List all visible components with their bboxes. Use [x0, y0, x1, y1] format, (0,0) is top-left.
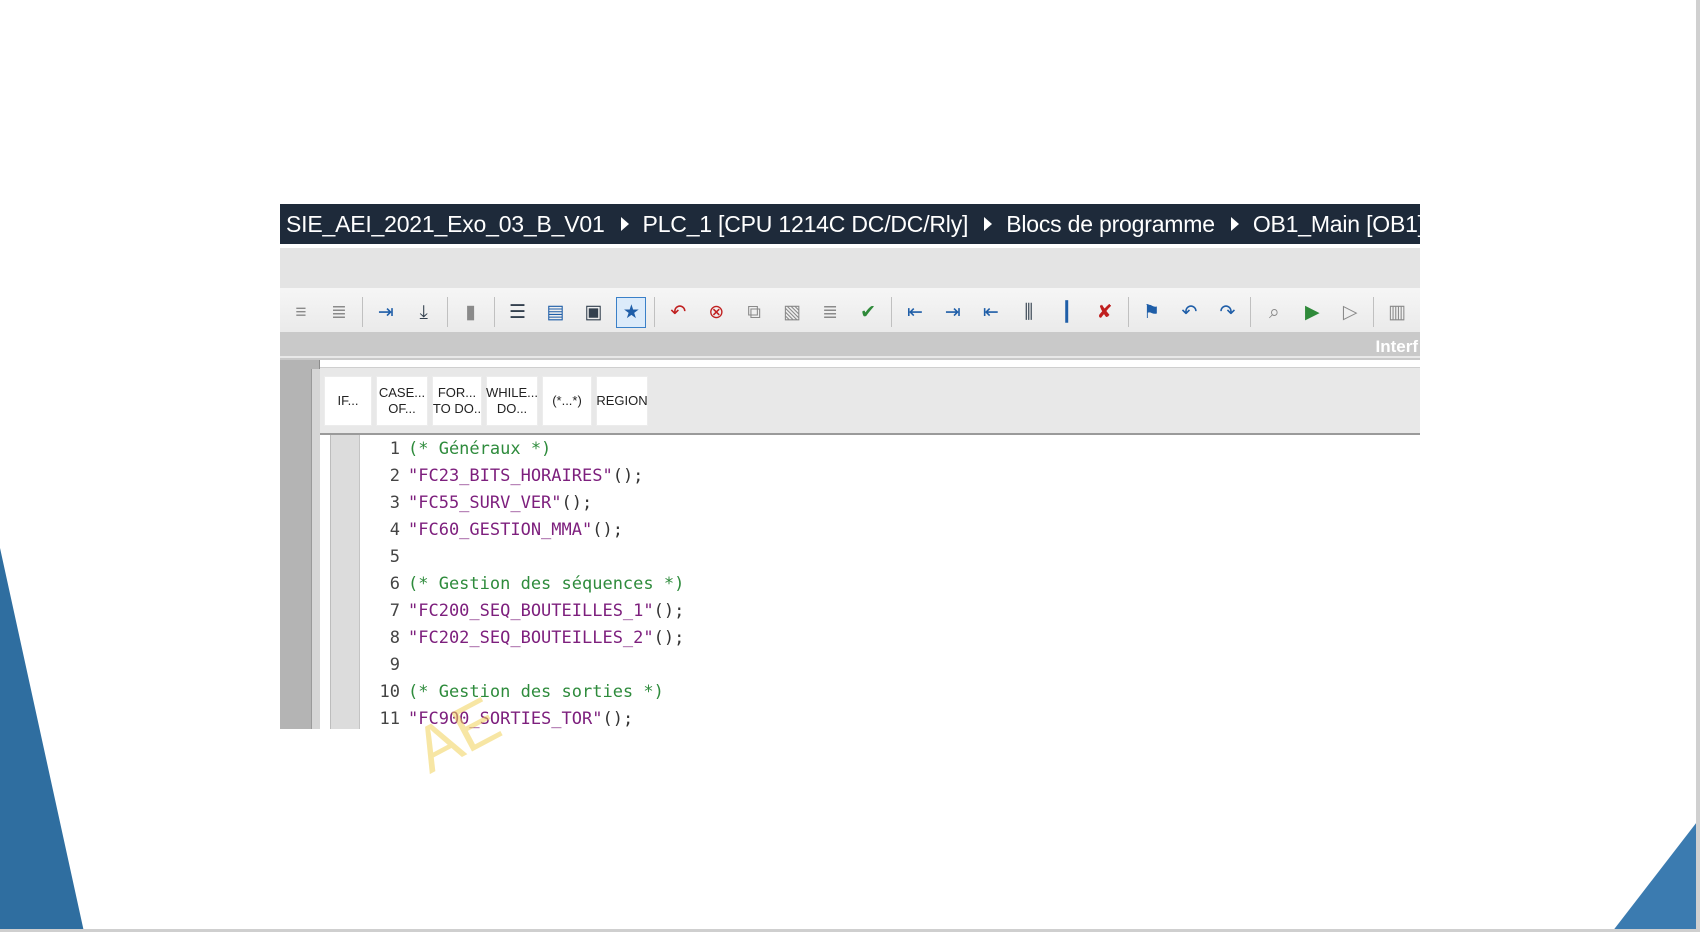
toolbar-divider [654, 297, 656, 327]
outdent-icon[interactable]: ⇤ [976, 297, 1006, 328]
insert-block-icon[interactable]: ⇥ [371, 297, 401, 328]
toolbar-divider [446, 297, 448, 327]
slide-corner-right [1612, 818, 1700, 932]
line-number: 5 [389, 546, 400, 567]
jump-back-icon[interactable]: ⇤ [900, 297, 930, 328]
monitor-off-icon[interactable]: ▷ [1335, 297, 1365, 328]
toolbar-divider [1127, 297, 1129, 327]
tia-portal-screenshot: SIE_AEI_2021_Exo_03_B_V01 PLC_1 [CPU 121… [280, 204, 1420, 729]
code-line[interactable]: 8 "FC202_SEQ_BOUTEILLES_2"(); [360, 624, 685, 651]
template-region-button[interactable]: REGION [596, 375, 648, 426]
template-comment-button[interactable]: (*...*) [542, 375, 592, 426]
code-line[interactable]: 6 (* Gestion des séquences *) [360, 570, 685, 597]
go-to-error-icon[interactable]: ↶ [663, 297, 693, 328]
line-number: 9 [389, 654, 400, 675]
previous-bookmark-icon[interactable]: ↶ [1175, 297, 1205, 328]
divider [280, 356, 1420, 358]
template-case-button[interactable]: CASE... OF... [376, 375, 428, 426]
breadcrumb-separator-icon [620, 217, 629, 231]
call-parens: (); [561, 492, 593, 513]
code-line[interactable]: 1 (* Généraux *) [360, 435, 552, 462]
code-comment: (* Gestion des séquences *) [408, 573, 685, 594]
template-while-button[interactable]: WHILE... DO... [486, 375, 538, 426]
favorites-icon[interactable]: ★ [616, 296, 647, 328]
code-line[interactable]: 3 "FC55_SURV_VER"(); [360, 489, 593, 516]
line-number: 1 [389, 438, 400, 459]
scl-code-editor[interactable]: 1 (* Généraux *) 2 "FC23_BITS_HORAIRES"(… [360, 435, 1420, 729]
line-number: 7 [389, 600, 400, 621]
clear-error-icon[interactable]: ⊗ [701, 297, 731, 328]
code-line[interactable]: 7 "FC200_SEQ_BOUTEILLES_1"(); [360, 597, 685, 624]
toolbar-divider [1373, 297, 1375, 327]
call-parens: (); [602, 708, 634, 729]
editor-gutter [330, 435, 360, 729]
call-parens: (); [653, 600, 685, 621]
cpu-icon[interactable]: ▥ [1382, 297, 1412, 328]
download-icon[interactable]: ⤓ [409, 297, 439, 328]
editor-toolbar: ≡ ≣ ⇥ ⤓ ▮ ☰ ▤ ▣ ★ ↶ ⊗ ⧉ ▧ ≣ ✔ ⇤ ⇥ ⇤ ⫼ ┃ … [280, 288, 1420, 336]
monitor-comment-icon[interactable]: ▣ [578, 297, 608, 328]
copy-block-icon[interactable]: ⧉ [739, 297, 769, 328]
insert-network-icon[interactable]: ≡ [286, 297, 316, 328]
call-parens: (); [592, 519, 623, 540]
breadcrumb-folder[interactable]: Blocs de programme [1006, 211, 1215, 238]
breadcrumb-separator-icon [1230, 217, 1239, 231]
collapse-icon[interactable]: ≣ [815, 297, 845, 328]
indent-list-icon[interactable]: ☰ [503, 297, 533, 328]
toolbar-divider [361, 297, 363, 327]
breadcrumb: SIE_AEI_2021_Exo_03_B_V01 PLC_1 [CPU 121… [280, 204, 1420, 244]
code-comment: (* Généraux *) [408, 438, 552, 459]
slide-edge-right [1696, 0, 1700, 932]
function-call: "FC200_SEQ_BOUTEILLES_1" [408, 600, 654, 621]
template-for-button[interactable]: FOR... TO DO.. [432, 375, 482, 426]
compile-check-icon[interactable]: ✔ [853, 297, 883, 328]
align-icon[interactable]: ⫼ [1014, 297, 1044, 328]
line-number: 3 [389, 492, 400, 513]
block-header-band [280, 248, 1420, 288]
call-parens: (); [653, 627, 685, 648]
call-parens: (); [612, 465, 644, 486]
function-call: "FC55_SURV_VER" [408, 492, 562, 513]
interface-tab[interactable]: Interf [1376, 337, 1419, 357]
line-number: 4 [389, 519, 400, 540]
insert-block-call-icon[interactable]: ▮ [456, 297, 486, 328]
monitor-on-icon[interactable]: ▶ [1297, 297, 1327, 328]
line-number: 11 [379, 708, 400, 729]
breadcrumb-separator-icon [984, 217, 993, 231]
search-icon[interactable]: ⌕ [1259, 297, 1289, 328]
open-all-icon[interactable]: ▤ [541, 297, 571, 328]
breadcrumb-device[interactable]: PLC_1 [CPU 1214C DC/DC/Rly] [643, 211, 969, 238]
line-number: 6 [389, 573, 400, 594]
interface-bar: Interf [280, 332, 1420, 360]
indent-icon[interactable]: ⇥ [938, 297, 968, 328]
function-call: "FC60_GESTION_MMA" [408, 519, 593, 540]
breadcrumb-project[interactable]: SIE_AEI_2021_Exo_03_B_V01 [286, 211, 605, 238]
code-line[interactable]: 11 "FC900_SORTIES_TOR"(); [360, 705, 634, 729]
scl-template-bar: IF... CASE... OF... FOR... TO DO.. WHILE… [320, 367, 1420, 435]
code-line[interactable]: 9 [360, 651, 400, 678]
template-if-button[interactable]: IF... [324, 375, 372, 426]
function-call: "FC202_SEQ_BOUTEILLES_2" [408, 627, 654, 648]
toolbar-divider [891, 297, 892, 327]
code-line[interactable]: 5 [360, 543, 400, 570]
code-line[interactable]: 10 (* Gestion des sorties *) [360, 678, 664, 705]
slide-corner-left [0, 548, 84, 932]
line-comment-icon[interactable]: ┃ [1052, 297, 1082, 328]
toolbar-divider [1250, 297, 1252, 327]
line-number: 8 [389, 627, 400, 648]
uncomment-icon[interactable]: ✘ [1090, 297, 1120, 328]
code-line[interactable]: 4 "FC60_GESTION_MMA"(); [360, 516, 623, 543]
toolbar-divider [493, 297, 495, 327]
line-number: 10 [379, 681, 400, 702]
editor-gutter-space [320, 435, 330, 729]
line-number: 2 [389, 465, 400, 486]
bookmark-icon[interactable]: ⚑ [1137, 297, 1167, 328]
next-bookmark-icon[interactable]: ↷ [1212, 297, 1242, 328]
breadcrumb-block[interactable]: OB1_Main [OB1] [1253, 211, 1420, 238]
function-call: "FC23_BITS_HORAIRES" [408, 465, 613, 486]
delete-network-icon[interactable]: ≣ [324, 297, 354, 328]
view-block-icon[interactable]: ▧ [777, 297, 807, 328]
code-line[interactable]: 2 "FC23_BITS_HORAIRES"(); [360, 462, 644, 489]
